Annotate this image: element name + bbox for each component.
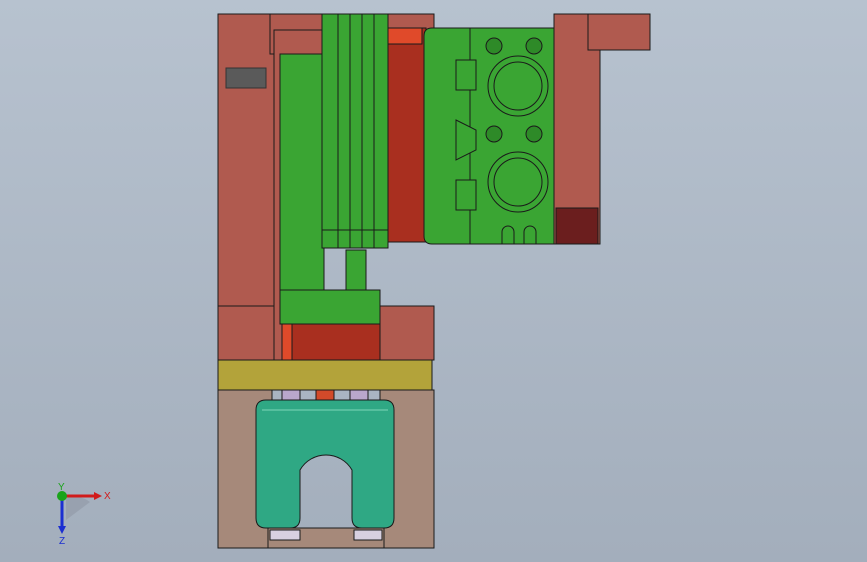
base-pin bbox=[353, 529, 383, 541]
bore-circle-lower bbox=[487, 151, 549, 213]
lower-left-block bbox=[217, 305, 275, 361]
bore-circle-upper bbox=[487, 55, 549, 117]
bolt-hole bbox=[485, 37, 503, 55]
red-slide-block bbox=[385, 27, 427, 243]
x-axis-arrow bbox=[94, 492, 102, 500]
cylinder-port-1 bbox=[455, 59, 477, 91]
3d-model-viewport[interactable]: X Y Z bbox=[0, 0, 867, 562]
cad-assembly[interactable] bbox=[0, 0, 867, 562]
cylinder-port-2 bbox=[455, 179, 477, 211]
bolt-hole bbox=[485, 125, 503, 143]
y-axis-label: Y bbox=[58, 482, 65, 493]
z-axis-arrow bbox=[58, 526, 66, 534]
green-bracket bbox=[279, 289, 381, 325]
lower-red-edge bbox=[281, 323, 293, 361]
base-pin bbox=[269, 529, 301, 541]
right-plate-foot bbox=[555, 207, 599, 245]
plate-slot bbox=[281, 389, 301, 401]
left-plate-slot bbox=[225, 67, 267, 89]
axis-triad: X Y Z bbox=[57, 482, 111, 547]
green-guide-bar bbox=[279, 53, 325, 325]
lower-red-insert bbox=[289, 323, 381, 361]
plate-slot bbox=[315, 389, 335, 401]
teal-u-clamp bbox=[255, 399, 395, 529]
green-rod bbox=[345, 249, 367, 291]
x-axis-label: X bbox=[104, 491, 111, 502]
z-axis-label: Z bbox=[59, 536, 65, 547]
green-column-stack bbox=[321, 13, 389, 249]
lower-right-block bbox=[379, 305, 435, 361]
triad-shadow bbox=[66, 496, 90, 520]
bolt-hole bbox=[525, 125, 543, 143]
plate-slot bbox=[349, 389, 369, 401]
red-block-top bbox=[385, 27, 423, 45]
right-top-tab bbox=[587, 13, 651, 51]
bolt-hole bbox=[525, 37, 543, 55]
yellow-base-plate bbox=[217, 359, 433, 391]
